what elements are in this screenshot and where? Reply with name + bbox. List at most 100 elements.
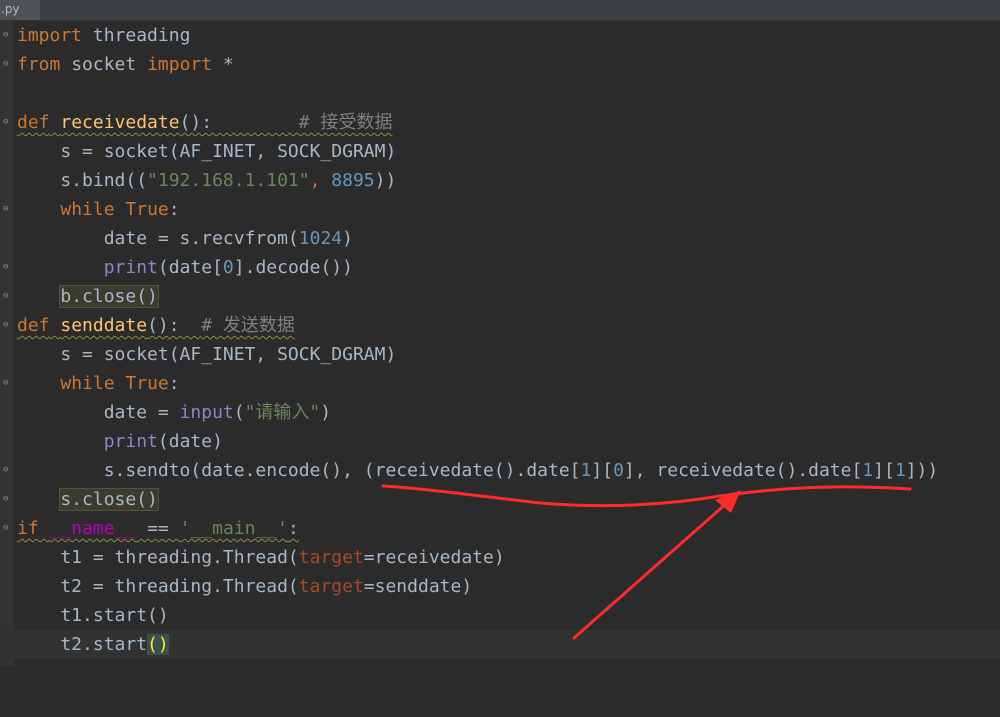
code-text: (date[ xyxy=(157,257,223,278)
keyword: while xyxy=(60,199,115,220)
keyword: import xyxy=(147,54,213,75)
code-line-11[interactable]: ⊖ def senddate(): # 发送数据 xyxy=(0,311,1000,340)
code-text: ( xyxy=(233,402,245,423)
code-line-21[interactable]: t1.start() xyxy=(0,601,1000,630)
code-line-12[interactable]: s = socket(AF_INET, SOCK_DGRAM) xyxy=(0,340,1000,369)
number-literal: 1 xyxy=(862,460,874,481)
string-literal: "192.168.1.101" xyxy=(147,170,310,191)
code-text: t2.start xyxy=(17,634,148,655)
string-literal: '__main__' xyxy=(179,518,288,539)
number-literal: 1 xyxy=(894,460,906,481)
code-line-4[interactable]: ⊖ def receivedate(): # 接受数据 xyxy=(0,108,1000,137)
code-text: , xyxy=(309,170,332,191)
code-line-10[interactable]: ⊖ b.close() xyxy=(0,282,1000,311)
fold-end-icon[interactable]: ⊖ xyxy=(3,58,12,70)
code-text: (date) xyxy=(157,431,223,452)
code-text: t1.start() xyxy=(17,605,169,626)
fold-end-icon[interactable]: ⊖ xyxy=(3,261,12,273)
comment: # 接受数据 xyxy=(298,112,393,133)
code-text: ) xyxy=(342,228,353,249)
code-line-14[interactable]: date = input("请输入") xyxy=(0,398,1000,427)
fold-icon[interactable]: ⊖ xyxy=(3,319,12,331)
code-text: date = s.recvfrom( xyxy=(17,228,299,249)
keyword-argument: target xyxy=(298,576,364,597)
code-text: (): xyxy=(179,112,299,133)
code-text: threading xyxy=(82,25,191,46)
code-text: =receivedate) xyxy=(363,547,505,568)
keyword: while xyxy=(60,373,115,394)
keyword: if xyxy=(17,518,39,539)
code-text: ) xyxy=(320,402,332,423)
keyword: import xyxy=(17,25,83,46)
code-line-20[interactable]: t2 = threading.Thread(target=senddate) xyxy=(0,572,1000,601)
file-tab[interactable]: .py xyxy=(0,0,40,20)
code-line-17[interactable]: ⊖ s.close() xyxy=(0,485,1000,514)
code-text: socket xyxy=(60,54,148,75)
fold-icon[interactable]: ⊖ xyxy=(3,29,12,41)
code-editor[interactable]: ⊖ import threading ⊖ from socket import … xyxy=(0,21,1000,666)
code-line-3[interactable] xyxy=(0,79,1000,108)
keyword: True xyxy=(125,199,169,220)
builtin: print xyxy=(103,431,158,452)
code-text: ][ xyxy=(873,460,895,481)
code-text: t2 = threading.Thread( xyxy=(17,576,299,597)
fold-icon[interactable]: ⊖ xyxy=(3,116,12,128)
code-line-8[interactable]: date = s.recvfrom(1024) xyxy=(0,224,1000,253)
code-text: date = xyxy=(17,402,180,423)
fold-end-icon[interactable]: ⊖ xyxy=(3,290,12,302)
code-text: ][ xyxy=(591,460,614,481)
matched-parens: () xyxy=(147,634,169,655)
code-line-13[interactable]: ⊖ while True: xyxy=(0,369,1000,398)
dunder-name: __name__ xyxy=(49,518,137,539)
code-line-16[interactable]: ⊖ s.sendto(date.encode(), (receivedate()… xyxy=(0,456,1000,485)
highlighted-code: s.close() xyxy=(59,488,159,511)
builtin: print xyxy=(103,257,158,278)
keyword: def xyxy=(17,112,50,133)
code-text: )) xyxy=(374,170,397,191)
string-literal: "请输入" xyxy=(244,402,321,423)
code-line-1[interactable]: ⊖ import threading xyxy=(0,21,1000,50)
fold-icon[interactable]: ⊖ xyxy=(3,203,12,215)
file-tab-label: .py xyxy=(1,2,20,16)
code-line-18[interactable]: ⊖ if __name__ == '__main__': xyxy=(0,514,1000,543)
code-text: == xyxy=(136,518,180,539)
code-line-15[interactable]: print(date) xyxy=(0,427,1000,456)
fold-icon[interactable]: ⊖ xyxy=(3,522,12,534)
code-line-2[interactable]: ⊖ from socket import * xyxy=(0,50,1000,79)
fold-icon[interactable]: ⊖ xyxy=(3,377,12,389)
keyword-argument: target xyxy=(298,547,364,568)
code-line-6[interactable]: s.bind(("192.168.1.101", 8895)) xyxy=(0,166,1000,195)
code-text: : xyxy=(287,518,299,539)
function-name: senddate xyxy=(60,315,148,336)
keyword: from xyxy=(17,54,61,75)
number-literal: 0 xyxy=(613,460,624,481)
number-literal: 1024 xyxy=(298,228,343,249)
fold-end-icon[interactable]: ⊖ xyxy=(3,464,12,476)
code-text: s = socket(AF_INET, SOCK_DGRAM) xyxy=(17,344,397,365)
function-name: receivedate xyxy=(60,112,180,133)
code-text: s = socket(AF_INET, SOCK_DGRAM) xyxy=(17,141,397,162)
code-text: * xyxy=(212,54,234,75)
code-line-5[interactable]: s = socket(AF_INET, SOCK_DGRAM) xyxy=(0,137,1000,166)
code-text: s.bind(( xyxy=(17,170,148,191)
code-line-22[interactable]: t2.start() xyxy=(0,630,1000,659)
highlighted-code: b.close() xyxy=(59,285,159,308)
editor-tab-bar: .py xyxy=(0,0,1000,21)
code-text: =senddate) xyxy=(363,576,473,597)
keyword: True xyxy=(125,373,169,394)
code-line-9[interactable]: ⊖ print(date[0].decode()) xyxy=(0,253,1000,282)
code-line-7[interactable]: ⊖ while True: xyxy=(0,195,1000,224)
code-text: ].decode()) xyxy=(233,257,353,278)
code-text: s.sendto(date.encode(), (receivedate().d… xyxy=(17,460,581,481)
code-line-19[interactable]: t1 = threading.Thread(target=receivedate… xyxy=(0,543,1000,572)
fold-end-icon[interactable]: ⊖ xyxy=(3,493,12,505)
